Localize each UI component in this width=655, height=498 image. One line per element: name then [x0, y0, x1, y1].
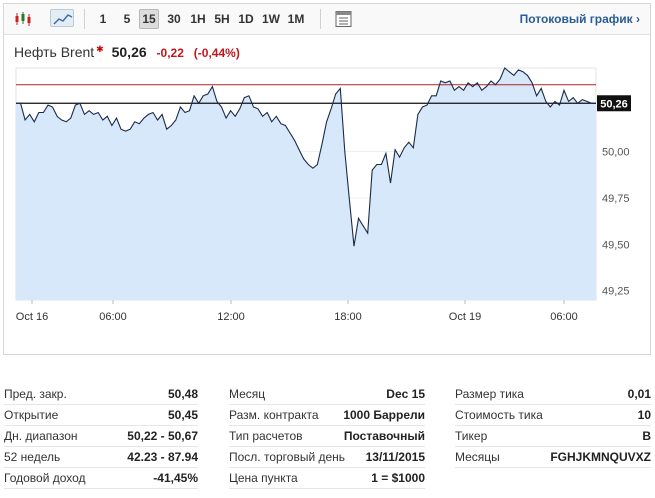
stat-value: FGHJKMNQUVXZ [550, 450, 651, 464]
stat-value: 0,01 [627, 387, 651, 401]
stat-value: Поставочный [343, 429, 425, 443]
stat-label: 52 недель [4, 450, 61, 464]
x-tick-label: Oct 19 [449, 311, 481, 323]
stat-value: 13/11/2015 [365, 450, 425, 464]
stat-label: Пред. закр. [4, 387, 67, 401]
stat-row: Цена пункта 1 = $1000 [229, 468, 425, 489]
stat-value: Dec 15 [386, 387, 425, 401]
stat-label: Посл. торговый день [229, 450, 346, 464]
stat-row: Разм. контракта 1000 Баррели [229, 405, 425, 426]
stat-row: Месяцы FGHJKMNQUVXZ [455, 447, 651, 468]
stat-row: Открытие 50,45 [4, 405, 198, 426]
stats-column-3: Размер тика 0,01 Стоимость тика 10 Тикер B Мес… [455, 384, 651, 468]
stat-row: Стоимость тика 10 [455, 405, 651, 426]
stat-row: Месяц Dec 15 [229, 384, 425, 405]
stat-label: Размер тика [455, 387, 524, 401]
stats-column-2: Месяц Dec 15 Разм. контракта 1000 Баррели Ти… [229, 384, 425, 489]
stat-label: Дн. диапазон [4, 429, 78, 443]
price-chart[interactable]: Investing.com50,2650,0049,7549,5049,25Oc… [4, 4, 650, 354]
stat-label: Разм. контракта [229, 408, 319, 422]
stat-row: Посл. торговый день 13/11/2015 [229, 447, 425, 468]
stat-value: -41,45% [153, 471, 198, 485]
stat-label: Месяц [229, 387, 266, 401]
stat-value: 50,48 [167, 387, 198, 401]
stat-value: 50,22 - 50,67 [127, 429, 198, 443]
x-tick-label: 06:00 [550, 311, 578, 323]
stat-label: Тикер [455, 429, 488, 443]
stat-row: Дн. диапазон 50,22 - 50,67 [4, 426, 198, 447]
stat-row: Тип расчетов Поставочный [229, 426, 425, 447]
y-tick-label: 49,50 [602, 239, 630, 251]
y-tick-label: 50,00 [602, 147, 630, 159]
x-tick-label: 18:00 [334, 311, 362, 323]
stats-column-1: Пред. закр. 50,48 Открытие 50,45 Дн. диапазо… [4, 384, 198, 489]
stat-label: Цена пункта [229, 471, 298, 485]
last-price-label: 50,26 [600, 98, 628, 110]
stat-label: Стоимость тика [455, 408, 543, 422]
y-tick-label: 49,75 [602, 193, 630, 205]
x-tick-label: 06:00 [99, 311, 127, 323]
stat-label: Годовой доход [4, 471, 86, 485]
stat-label: Открытие [4, 408, 59, 422]
x-tick-label: 12:00 [217, 311, 245, 323]
chart-widget: 1 5 15 30 1H 5H 1D 1W 1M Потоковый график › Нефт… [3, 3, 651, 355]
stat-value: 50,45 [167, 408, 198, 422]
x-tick-label: Oct 16 [16, 311, 48, 323]
stat-value: 1000 Баррели [343, 408, 425, 422]
stat-row: Годовой доход -41,45% [4, 468, 198, 489]
stat-row: 52 недель 42.23 - 87.94 [4, 447, 198, 468]
stat-row: Пред. закр. 50,48 [4, 384, 198, 405]
stat-value: 1 = $1000 [371, 471, 425, 485]
stat-label: Месяцы [455, 450, 500, 464]
y-tick-label: 49,25 [602, 286, 630, 298]
stat-value: 42.23 - 87.94 [127, 450, 198, 464]
stat-row: Тикер B [455, 426, 651, 447]
stat-value: 10 [637, 408, 651, 422]
stat-row: Размер тика 0,01 [455, 384, 651, 405]
stat-label: Тип расчетов [229, 429, 303, 443]
stat-value: B [642, 429, 651, 443]
